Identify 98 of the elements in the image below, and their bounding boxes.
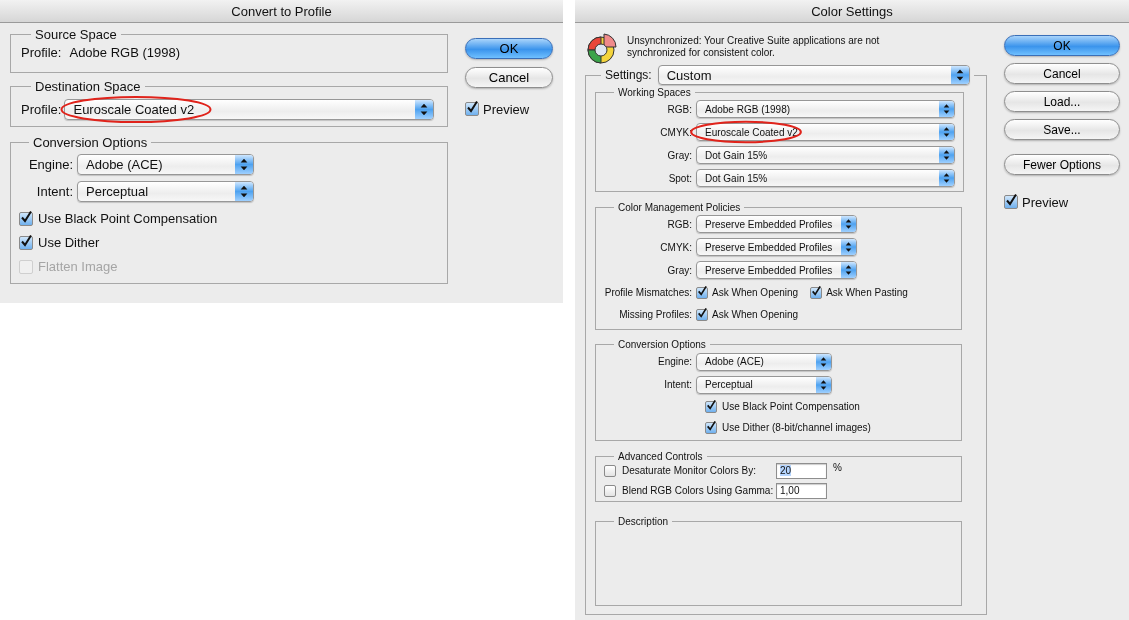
dropdown[interactable]: Perceptual bbox=[696, 375, 832, 394]
group-title: Source Space bbox=[34, 27, 118, 42]
stepper-icon bbox=[841, 216, 856, 232]
stepper-icon bbox=[415, 99, 434, 119]
sync-message: Unsynchronized: Your Creative Suite applications are not synchronized for consistent color. bbox=[627, 35, 881, 59]
stepper-icon bbox=[816, 353, 831, 370]
group-title: Destination Space bbox=[34, 79, 142, 94]
field-label: Intent: bbox=[663, 379, 692, 390]
dropdown[interactable]: Dot Gain 15% bbox=[696, 146, 955, 164]
stepper-icon bbox=[841, 262, 856, 278]
dropdown[interactable]: Euroscale Coated v2 bbox=[64, 98, 435, 120]
checkmark-icon bbox=[697, 283, 707, 298]
field-label: RGB: bbox=[666, 218, 692, 230]
group-title: Color Management Policies bbox=[617, 202, 742, 213]
field-label: Profile Mismatches: bbox=[604, 287, 692, 298]
checkbox[interactable] bbox=[19, 211, 33, 226]
field-label: Gray: bbox=[666, 264, 692, 276]
dropdown[interactable]: Euroscale Coated v2 bbox=[696, 123, 955, 141]
group-title: Conversion Options bbox=[32, 135, 149, 150]
field-label: CMYK: bbox=[659, 126, 692, 138]
checkbox-label: Preview bbox=[483, 101, 530, 117]
field-label: RGB: bbox=[666, 103, 692, 115]
dropdown[interactable]: Custom bbox=[657, 65, 970, 85]
dropdown[interactable]: Adobe (ACE) bbox=[696, 352, 832, 371]
dropdown[interactable]: Preserve Embedded Profiles bbox=[696, 215, 857, 233]
unit-label: % bbox=[833, 462, 842, 473]
field-value: Adobe RGB (1998) bbox=[69, 44, 181, 60]
field-label: Engine: bbox=[657, 356, 692, 367]
checkbox[interactable] bbox=[696, 286, 708, 299]
group-title: Conversion Options bbox=[617, 339, 707, 350]
stepper-icon bbox=[235, 154, 253, 174]
window-title: Color Settings bbox=[575, 0, 1129, 23]
dropdown[interactable]: Adobe (ACE) bbox=[77, 153, 254, 175]
group-title: Description bbox=[617, 516, 670, 527]
field-label: Intent: bbox=[35, 183, 73, 199]
stepper-icon bbox=[235, 181, 253, 201]
checkmark-icon bbox=[697, 305, 707, 320]
checkbox-label: Flatten Image bbox=[38, 259, 118, 274]
checkmark-icon bbox=[706, 397, 716, 412]
stepper-icon bbox=[939, 101, 954, 117]
default-button[interactable]: OK bbox=[1004, 35, 1120, 56]
default-button[interactable]: OK bbox=[465, 38, 553, 59]
checkbox[interactable] bbox=[19, 235, 33, 250]
checkbox-label: Ask When Opening bbox=[712, 309, 799, 320]
checkbox[interactable] bbox=[810, 286, 823, 299]
push-button[interactable]: Cancel bbox=[465, 67, 553, 88]
checkbox[interactable] bbox=[604, 484, 616, 497]
checkbox-label: Desaturate Monitor Colors By: bbox=[622, 465, 757, 476]
dropdown[interactable]: Preserve Embedded Profiles bbox=[696, 238, 857, 256]
stepper-icon bbox=[939, 147, 954, 163]
checkbox[interactable] bbox=[696, 308, 708, 321]
stepper-icon bbox=[950, 66, 969, 84]
field-label: Missing Profiles: bbox=[618, 309, 692, 320]
field-value: 1,00 bbox=[780, 485, 800, 496]
field-label: CMYK: bbox=[659, 241, 692, 253]
checkmark-icon bbox=[466, 99, 478, 115]
stepper-icon bbox=[816, 376, 831, 393]
checkbox[interactable] bbox=[604, 464, 616, 477]
dropdown[interactable]: Adobe RGB (1998) bbox=[696, 100, 955, 118]
color-wheel-icon bbox=[585, 33, 617, 65]
checkbox[interactable] bbox=[465, 102, 479, 116]
checkbox[interactable] bbox=[705, 421, 717, 434]
field-label: Gray: bbox=[666, 149, 692, 161]
input-field[interactable]: 20 bbox=[776, 462, 827, 479]
checkbox-label: Ask When Opening bbox=[712, 287, 799, 298]
field-label: Engine: bbox=[27, 156, 73, 172]
dropdown[interactable]: Preserve Embedded Profiles bbox=[696, 261, 857, 279]
checkbox-label: Ask When Pasting bbox=[826, 287, 908, 298]
stepper-icon bbox=[939, 170, 954, 186]
dropdown[interactable]: Dot Gain 15% bbox=[696, 169, 955, 187]
checkbox-label: Use Black Point Compensation bbox=[722, 401, 860, 412]
stepper-icon bbox=[841, 239, 856, 255]
checkbox-label: Use Dither (8-bit/channel images) bbox=[722, 422, 871, 433]
checkbox-label: Preview bbox=[1022, 194, 1069, 210]
push-button[interactable]: Cancel bbox=[1004, 63, 1120, 84]
field-label: Profile: bbox=[21, 101, 62, 117]
field-label: Settings: bbox=[605, 68, 652, 82]
checkmark-icon bbox=[706, 418, 716, 433]
input-field[interactable]: 1,00 bbox=[776, 482, 827, 499]
stepper-icon bbox=[939, 124, 954, 140]
checkbox[interactable] bbox=[705, 400, 717, 413]
field-label: Profile: bbox=[21, 44, 62, 60]
checkmark-icon bbox=[1005, 192, 1017, 208]
checkbox[interactable] bbox=[1004, 195, 1018, 209]
checkmark-icon bbox=[811, 283, 822, 298]
field-label: Spot: bbox=[667, 172, 692, 184]
group-title: Advanced Controls bbox=[617, 451, 704, 462]
checkbox-label: Use Dither bbox=[38, 235, 100, 250]
checkmark-icon bbox=[20, 232, 32, 249]
group-title: Working Spaces bbox=[617, 87, 692, 98]
checkbox-label: Use Black Point Compensation bbox=[38, 211, 218, 226]
window-title: Convert to Profile bbox=[0, 0, 563, 23]
push-button[interactable]: Fewer Options bbox=[1004, 154, 1120, 175]
push-button[interactable]: Load... bbox=[1004, 91, 1120, 112]
checkmark-icon bbox=[20, 208, 32, 225]
push-button[interactable]: Save... bbox=[1004, 119, 1120, 140]
field-value: 20 bbox=[780, 465, 792, 476]
dropdown[interactable]: Perceptual bbox=[77, 180, 254, 202]
